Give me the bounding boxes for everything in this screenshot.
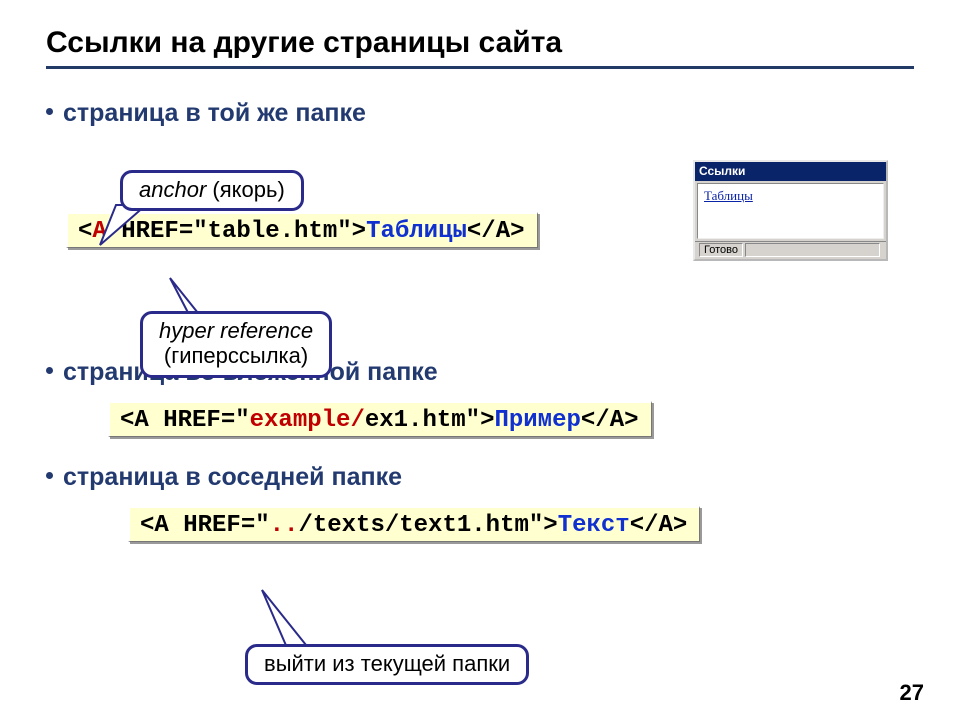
- page-title: Ссылки на другие страницы сайта: [46, 26, 914, 60]
- code-text: /texts/text1.htm">: [298, 512, 557, 539]
- bullet-same-folder: страница в той же папке: [46, 99, 914, 128]
- bullet-dot-icon: [46, 472, 53, 479]
- browser-status-text: Готово: [699, 243, 743, 257]
- callout-href: hyper reference (гиперссылка): [140, 311, 332, 378]
- callout-label: hyper reference: [159, 318, 313, 343]
- title-rule: [46, 66, 914, 69]
- code-text: </A>: [467, 218, 525, 245]
- code-link-text: Пример: [494, 407, 580, 434]
- browser-preview: Ссылки Таблицы Готово: [693, 160, 888, 261]
- code-text: <: [78, 218, 92, 245]
- code-text: </A>: [630, 512, 688, 539]
- code-example-2: <A HREF="example/ex1.htm">Пример</A>: [108, 401, 652, 437]
- code-example-3: <A HREF="../texts/text1.htm">Текст</A>: [128, 506, 700, 542]
- code-text: <A HREF=": [120, 407, 250, 434]
- code-text: <A HREF=": [140, 512, 270, 539]
- callout-pointer-icon: [96, 205, 146, 250]
- callout-anchor: anchor (якорь): [120, 170, 304, 211]
- code-link-text: Таблицы: [366, 218, 467, 245]
- callout-label: выйти из текущей папки: [264, 651, 510, 676]
- browser-titlebar: Ссылки: [695, 162, 886, 181]
- code-text: </A>: [581, 407, 639, 434]
- code-folder: example/: [250, 407, 365, 434]
- code-link-text: Текст: [558, 512, 630, 539]
- browser-page: Таблицы: [697, 183, 884, 239]
- callout-label: anchor: [139, 177, 206, 202]
- browser-link[interactable]: Таблицы: [704, 188, 753, 203]
- callout-updir: выйти из текущей папки: [245, 644, 529, 685]
- code-updir: ..: [270, 512, 299, 539]
- callout-label: (якорь): [206, 177, 284, 202]
- code-text: ex1.htm">: [365, 407, 495, 434]
- bullet-label: страница в соседней папке: [63, 463, 402, 491]
- page-number: 27: [900, 680, 924, 706]
- bullet-dot-icon: [46, 108, 53, 115]
- bullet-sibling-folder: страница в соседней папке: [46, 463, 914, 492]
- browser-statusbar: Готово: [695, 241, 886, 259]
- browser-status-spacer: [745, 243, 880, 257]
- bullet-label: страница в той же папке: [63, 99, 366, 127]
- callout-label: (гиперссылка): [164, 343, 308, 368]
- bullet-dot-icon: [46, 367, 53, 374]
